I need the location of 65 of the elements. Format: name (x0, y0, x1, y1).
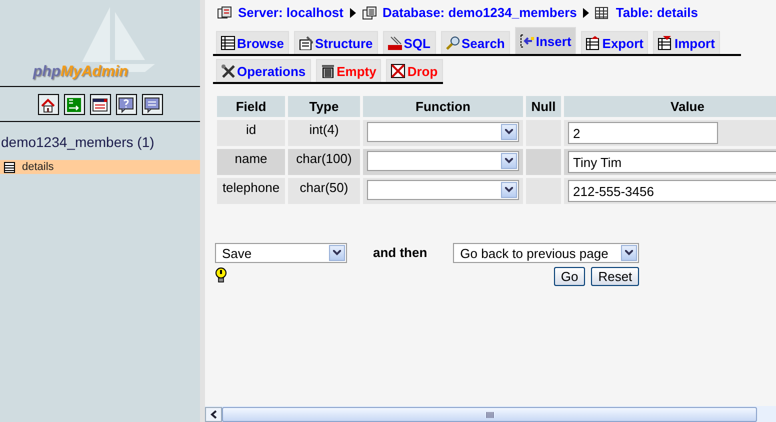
help-icon (118, 96, 134, 112)
lightbulb-icon (215, 267, 227, 283)
window-button[interactable] (90, 94, 110, 115)
column-header: Value (564, 96, 776, 117)
column-header: Field (217, 96, 285, 117)
form-icon (298, 36, 313, 50)
list-icon (221, 36, 235, 50)
column-header: Null (526, 96, 561, 117)
database-link[interactable]: demo1234_members (1) (1, 134, 200, 150)
window-icon (92, 96, 108, 112)
tab[interactable]: Insert (514, 27, 576, 54)
magnifier-icon (446, 36, 460, 50)
value-input[interactable]: Tiny Tim (568, 151, 776, 173)
after-insert-select[interactable]: Go back to previous page (453, 243, 640, 263)
trash-icon (320, 64, 335, 78)
tab[interactable]: Operations (216, 59, 311, 82)
grip-icon (486, 412, 494, 418)
exit-icon (66, 96, 82, 112)
home-button[interactable] (38, 94, 58, 115)
breadcrumb-link[interactable]: Database: demo1234_members (382, 5, 577, 20)
home-icon (40, 96, 56, 112)
column-header: Function (363, 96, 523, 117)
database-icon (362, 6, 376, 20)
speech-bubble-icon (144, 96, 160, 112)
function-select[interactable] (367, 180, 519, 200)
tab[interactable]: Import (653, 31, 720, 54)
delete-icon (391, 64, 406, 78)
table-cell: int(4) (288, 120, 360, 146)
insert-icon (520, 34, 534, 48)
breadcrumb-link[interactable]: Server: localhost (238, 5, 344, 20)
arrow-icon (582, 8, 589, 18)
arrow-icon (350, 8, 356, 18)
column-header: Type (288, 96, 360, 117)
wrench-icon (221, 64, 235, 78)
tab[interactable]: Browse (216, 31, 289, 54)
tab[interactable]: Structure (294, 31, 378, 54)
function-select[interactable] (367, 122, 519, 142)
tab[interactable]: Export (581, 31, 648, 54)
and-then-label: and then (373, 244, 428, 262)
help-button[interactable] (116, 94, 136, 115)
table-cell: char(100) (288, 149, 360, 175)
scroll-left-button[interactable] (205, 407, 222, 422)
table-icon (4, 162, 15, 172)
table-icon (594, 6, 610, 20)
server-icon (217, 6, 232, 20)
table-cell: char(50) (288, 178, 360, 204)
action-select[interactable]: Save (215, 243, 347, 263)
function-select[interactable] (367, 151, 519, 171)
table-cell: id (217, 120, 285, 146)
import-icon (658, 36, 672, 50)
value-input[interactable]: 212-555-3456 (568, 180, 776, 202)
export-icon (586, 36, 600, 50)
breadcrumb-link[interactable]: Table: details (616, 5, 698, 20)
go-button[interactable]: Go (554, 267, 586, 286)
reset-button[interactable]: Reset (591, 267, 640, 286)
sql-icon (388, 36, 402, 50)
value-input[interactable]: 2 (568, 122, 718, 144)
table-cell: name (217, 149, 285, 175)
tab[interactable]: Search (440, 31, 510, 54)
speech-bubble-button[interactable] (142, 94, 162, 115)
table-cell: telephone (217, 178, 285, 204)
table-list-item[interactable]: details (0, 160, 200, 174)
exit-button[interactable] (64, 94, 84, 115)
tab[interactable]: SQL (382, 31, 436, 54)
chevron-left-icon (210, 410, 218, 419)
